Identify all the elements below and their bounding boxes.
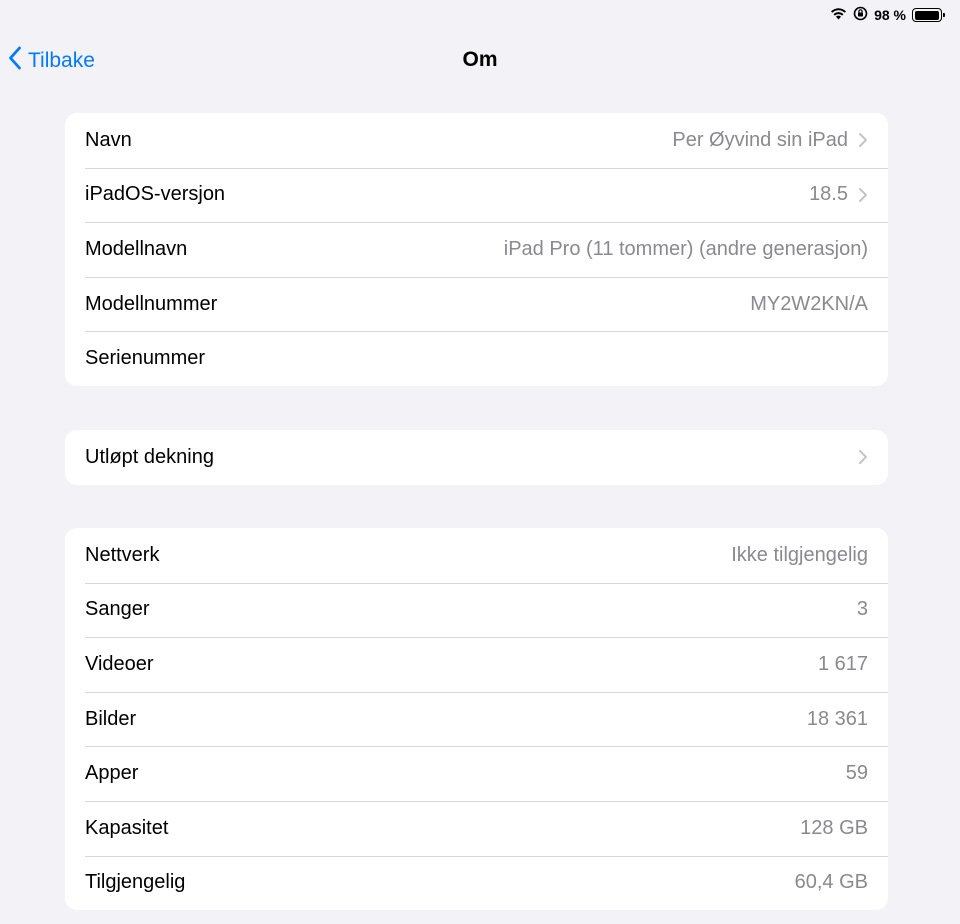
row-value: 3 — [856, 598, 868, 621]
row-label: Navn — [85, 128, 132, 151]
row-label: Videoer — [85, 652, 154, 675]
row-label: Modellnavn — [85, 237, 188, 260]
row-label: iPadOS-versjon — [85, 183, 226, 206]
status-indicators: 98 % — [830, 6, 945, 24]
battery-percent: 98 % — [874, 7, 906, 23]
battery-icon — [912, 8, 945, 22]
serial-number-row: Serienummer — [65, 331, 888, 386]
wifi-icon — [830, 7, 847, 23]
row-value: iPad Pro (11 tommer) (andre generasjon) — [503, 237, 868, 260]
row-value: 128 GB — [800, 816, 868, 839]
row-label: Serienummer — [85, 347, 206, 370]
videos-row: Videoer 1 617 — [65, 637, 888, 692]
row-label: Bilder — [85, 707, 137, 730]
row-label: Apper — [85, 762, 139, 785]
row-value: 18 361 — [806, 707, 868, 730]
page-title: Om — [462, 48, 498, 71]
coverage-row[interactable]: Utløpt dekning — [65, 430, 888, 485]
row-value: Per Øyvind sin iPad — [672, 128, 848, 151]
row-label: Kapasitet — [85, 816, 169, 839]
row-label: Nettverk — [85, 543, 160, 566]
row-label: Utløpt dekning — [85, 445, 214, 468]
model-name-row: Modellnavn iPad Pro (11 tommer) (andre g… — [65, 222, 888, 277]
apps-row: Apper 59 — [65, 746, 888, 801]
row-value: Ikke tilgjengelig — [731, 543, 868, 566]
battery-fill — [914, 10, 939, 20]
status-bar: 98 % — [0, 0, 960, 30]
device-info-group: Navn Per Øyvind sin iPad iPadOS-versjon … — [65, 113, 888, 386]
row-label: Tilgjengelig — [85, 871, 186, 894]
os-version-row[interactable]: iPadOS-versjon 18.5 — [65, 167, 888, 223]
chevron-right-icon — [858, 132, 868, 148]
row-value: MY2W2KN/A — [750, 292, 868, 315]
row-value: 60,4 GB — [794, 871, 868, 894]
available-row: Tilgjengelig 60,4 GB — [65, 855, 888, 911]
row-value: 59 — [845, 762, 868, 785]
chevron-right-icon — [858, 187, 868, 203]
chevron-right-icon — [858, 449, 868, 465]
navigation-bar: Tilbake Om — [0, 38, 960, 84]
model-number-row[interactable]: Modellnummer MY2W2KN/A — [65, 276, 888, 332]
songs-row: Sanger 3 — [65, 582, 888, 638]
row-value: 18.5 — [809, 183, 848, 206]
row-value: 1 617 — [817, 652, 868, 675]
network-row: Nettverk Ikke tilgjengelig — [65, 528, 888, 583]
name-row[interactable]: Navn Per Øyvind sin iPad — [65, 113, 888, 168]
statistics-group: Nettverk Ikke tilgjengelig Sanger 3 Vide… — [65, 528, 888, 911]
capacity-row: Kapasitet 128 GB — [65, 800, 888, 856]
row-label: Modellnummer — [85, 292, 218, 315]
coverage-group: Utløpt dekning — [65, 430, 888, 485]
photos-row: Bilder 18 361 — [65, 691, 888, 747]
orientation-lock-icon — [853, 6, 868, 24]
row-label: Sanger — [85, 598, 150, 621]
